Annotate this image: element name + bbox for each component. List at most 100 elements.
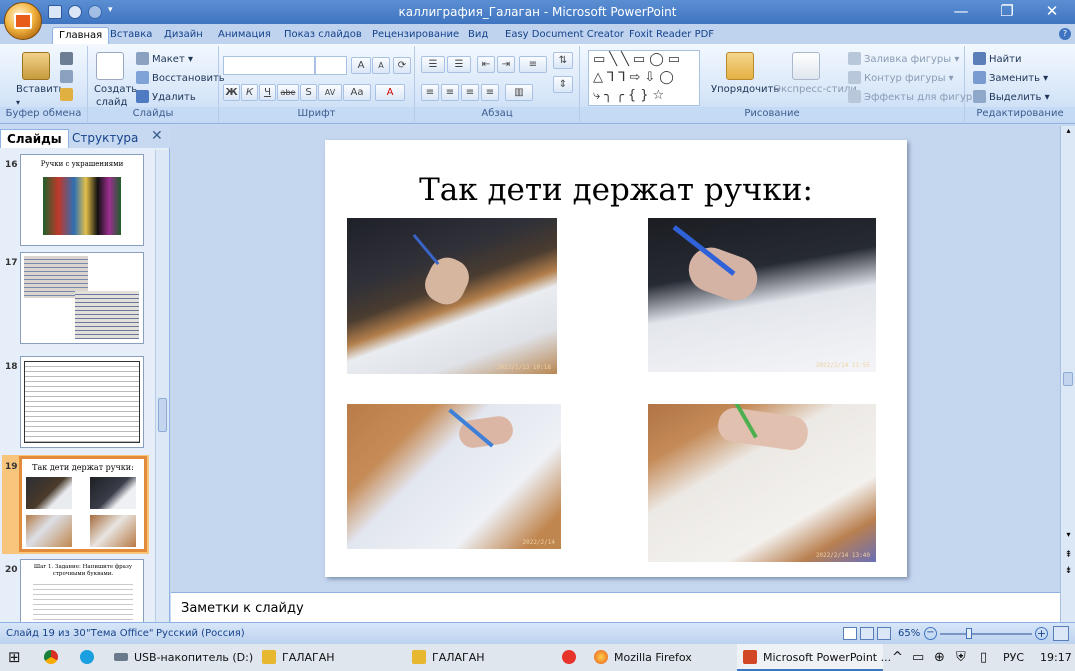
editor-scrollbar[interactable]: ▴ ▾ ⇞ ⇟ xyxy=(1060,126,1075,622)
taskbar-powerpoint[interactable]: Microsoft PowerPoint ... xyxy=(737,644,891,671)
find-button[interactable]: Найти xyxy=(973,52,1021,65)
help-icon[interactable]: ? xyxy=(1059,28,1071,40)
next-slide-icon[interactable]: ⇟ xyxy=(1063,566,1074,580)
font-size-combo[interactable] xyxy=(315,56,347,75)
slide-title[interactable]: Так дети держат ручки: xyxy=(325,172,907,208)
clock[interactable]: 19:17 xyxy=(1040,644,1072,671)
fit-to-window-icon[interactable] xyxy=(1053,626,1069,641)
replace-button[interactable]: Заменить ▾ xyxy=(973,71,1048,84)
tray-security-icon[interactable]: ⛨ xyxy=(956,644,966,671)
text-direction-icon[interactable]: ⇅ xyxy=(553,52,573,69)
paste-dropdown-icon[interactable]: ▾ xyxy=(16,98,20,107)
columns-icon[interactable]: ▥ xyxy=(505,84,533,101)
delete-slide-button[interactable]: Удалить xyxy=(136,90,196,103)
tab-design[interactable]: Дизайн xyxy=(158,27,209,44)
zoom-level[interactable]: 65% xyxy=(898,628,920,639)
skype-icon[interactable] xyxy=(80,644,100,671)
shape-outline-button[interactable]: Контур фигуры ▾ xyxy=(848,71,954,84)
close-panel-icon[interactable]: ✕ xyxy=(151,128,163,144)
tray-app-icon[interactable]: ⊕ xyxy=(934,644,945,671)
zoom-slider[interactable] xyxy=(940,633,1032,635)
scroll-down-icon[interactable]: ▾ xyxy=(1063,530,1074,542)
justify-icon[interactable]: ≡ xyxy=(481,84,499,101)
scroll-up-icon[interactable]: ▴ xyxy=(1063,126,1074,138)
shapes-gallery[interactable]: ▭╲╲▭◯▭ △⅂⅂⇨⇩◯ ⤷╮╭{}☆ xyxy=(588,50,700,106)
scroll-thumb[interactable] xyxy=(1063,372,1073,386)
paste-icon[interactable] xyxy=(22,52,50,80)
notes-placeholder[interactable]: Заметки к слайду xyxy=(181,601,304,616)
close-button[interactable]: ✕ xyxy=(1029,0,1075,24)
tab-insert[interactable]: Вставка xyxy=(104,27,158,44)
bold-button[interactable]: Ж xyxy=(223,84,240,101)
arrange-button[interactable]: Упорядочить xyxy=(711,84,779,95)
align-text-icon[interactable]: ⇕ xyxy=(553,76,573,93)
taskbar-folder-2[interactable]: ГАЛАГАН xyxy=(412,644,485,671)
tab-slideshow[interactable]: Показ слайдов xyxy=(278,27,368,44)
clear-format-icon[interactable]: ⟳ xyxy=(393,57,411,74)
zoom-out-icon[interactable]: − xyxy=(924,627,937,640)
layout-button[interactable]: Макет ▾ xyxy=(136,52,193,65)
slide-sorter-icon[interactable] xyxy=(860,627,874,640)
notes-pane[interactable]: Заметки к слайду xyxy=(171,592,1060,622)
tab-view[interactable]: Вид xyxy=(462,27,494,44)
decrease-indent-icon[interactable]: ⇤ xyxy=(477,56,495,73)
theme-name[interactable]: "Тема Office" xyxy=(86,628,154,639)
tab-home[interactable]: Главная xyxy=(52,27,110,44)
tab-review[interactable]: Рецензирование xyxy=(366,27,465,44)
reset-button[interactable]: Восстановить xyxy=(136,71,225,84)
thumbnails-scrollbar[interactable] xyxy=(155,150,169,622)
tray-battery-icon[interactable]: ▯ xyxy=(980,644,987,671)
paste-button[interactable]: Вставить xyxy=(16,84,64,95)
zoom-slider-thumb[interactable] xyxy=(966,628,972,639)
quick-styles-icon[interactable] xyxy=(792,52,820,80)
slide-thumbnail-16[interactable]: Ручки с украшениями xyxy=(20,154,144,246)
change-case-button[interactable]: Aa xyxy=(343,84,371,101)
strikethrough-button[interactable]: abe xyxy=(277,84,299,101)
increase-indent-icon[interactable]: ⇥ xyxy=(497,56,515,73)
scroll-thumb[interactable] xyxy=(158,398,167,432)
photo-child-writing-3[interactable]: 2022/2/14 xyxy=(347,404,561,549)
cut-icon[interactable] xyxy=(60,52,73,65)
yandex-icon[interactable] xyxy=(562,644,582,671)
tab-animation[interactable]: Анимация xyxy=(212,27,277,44)
shrink-font-button[interactable]: A xyxy=(372,57,390,74)
align-right-icon[interactable]: ≡ xyxy=(461,84,479,101)
new-slide-label-1[interactable]: Создать xyxy=(94,84,137,95)
shape-effects-button[interactable]: Эффекты для фигур ▾ xyxy=(848,90,980,103)
font-color-button[interactable]: A xyxy=(375,84,405,101)
tab-outline[interactable]: Структура xyxy=(66,129,144,148)
select-button[interactable]: Выделить ▾ xyxy=(973,90,1050,103)
maximize-button[interactable]: ❐ xyxy=(984,0,1030,24)
photo-child-writing-2[interactable]: 2022/2/14 11:55 xyxy=(648,218,876,372)
arrange-icon[interactable] xyxy=(726,52,754,80)
photo-child-writing-4[interactable]: 2022/2/14 13:40 xyxy=(648,404,876,562)
slide-thumbnail-20[interactable]: Шаг 1. Задание: Напишите фразу строчными… xyxy=(20,559,144,622)
language[interactable]: Русский (Россия) xyxy=(156,628,245,639)
line-spacing-icon[interactable]: ≡ xyxy=(519,56,547,73)
font-family-combo[interactable] xyxy=(223,56,315,75)
tray-arrow-icon[interactable]: ^ xyxy=(892,644,903,671)
tray-network-icon[interactable]: ▭ xyxy=(912,644,924,671)
chrome-icon[interactable] xyxy=(44,644,64,671)
start-icon[interactable]: ⊞ xyxy=(8,644,28,671)
tab-easy-document-creator[interactable]: Easy Document Creator xyxy=(499,27,630,44)
slide-thumbnail-19[interactable]: Так дети держат ручки: xyxy=(19,456,147,552)
char-spacing-button[interactable]: AV xyxy=(318,84,342,101)
zoom-in-icon[interactable]: + xyxy=(1035,627,1048,640)
align-left-icon[interactable]: ≡ xyxy=(421,84,439,101)
slide-thumbnail-17[interactable] xyxy=(20,252,144,344)
slideshow-view-icon[interactable] xyxy=(877,627,891,640)
italic-button[interactable]: К xyxy=(241,84,258,101)
minimize-button[interactable]: — xyxy=(938,0,984,24)
taskbar-folder-1[interactable]: ГАЛАГАН xyxy=(262,644,335,671)
copy-icon[interactable] xyxy=(60,70,73,83)
underline-button[interactable]: Ч xyxy=(259,84,276,101)
previous-slide-icon[interactable]: ⇞ xyxy=(1063,550,1074,564)
align-center-icon[interactable]: ≡ xyxy=(441,84,459,101)
keyboard-language[interactable]: РУС xyxy=(1003,644,1024,671)
tab-slides[interactable]: Слайды xyxy=(0,129,69,148)
slide-thumbnail-18[interactable] xyxy=(20,356,144,448)
bullets-icon[interactable]: ☰ xyxy=(421,56,445,73)
current-slide[interactable]: Так дети держат ручки: 2022/1/13 10:18 2… xyxy=(325,140,907,577)
normal-view-icon[interactable] xyxy=(843,627,857,640)
